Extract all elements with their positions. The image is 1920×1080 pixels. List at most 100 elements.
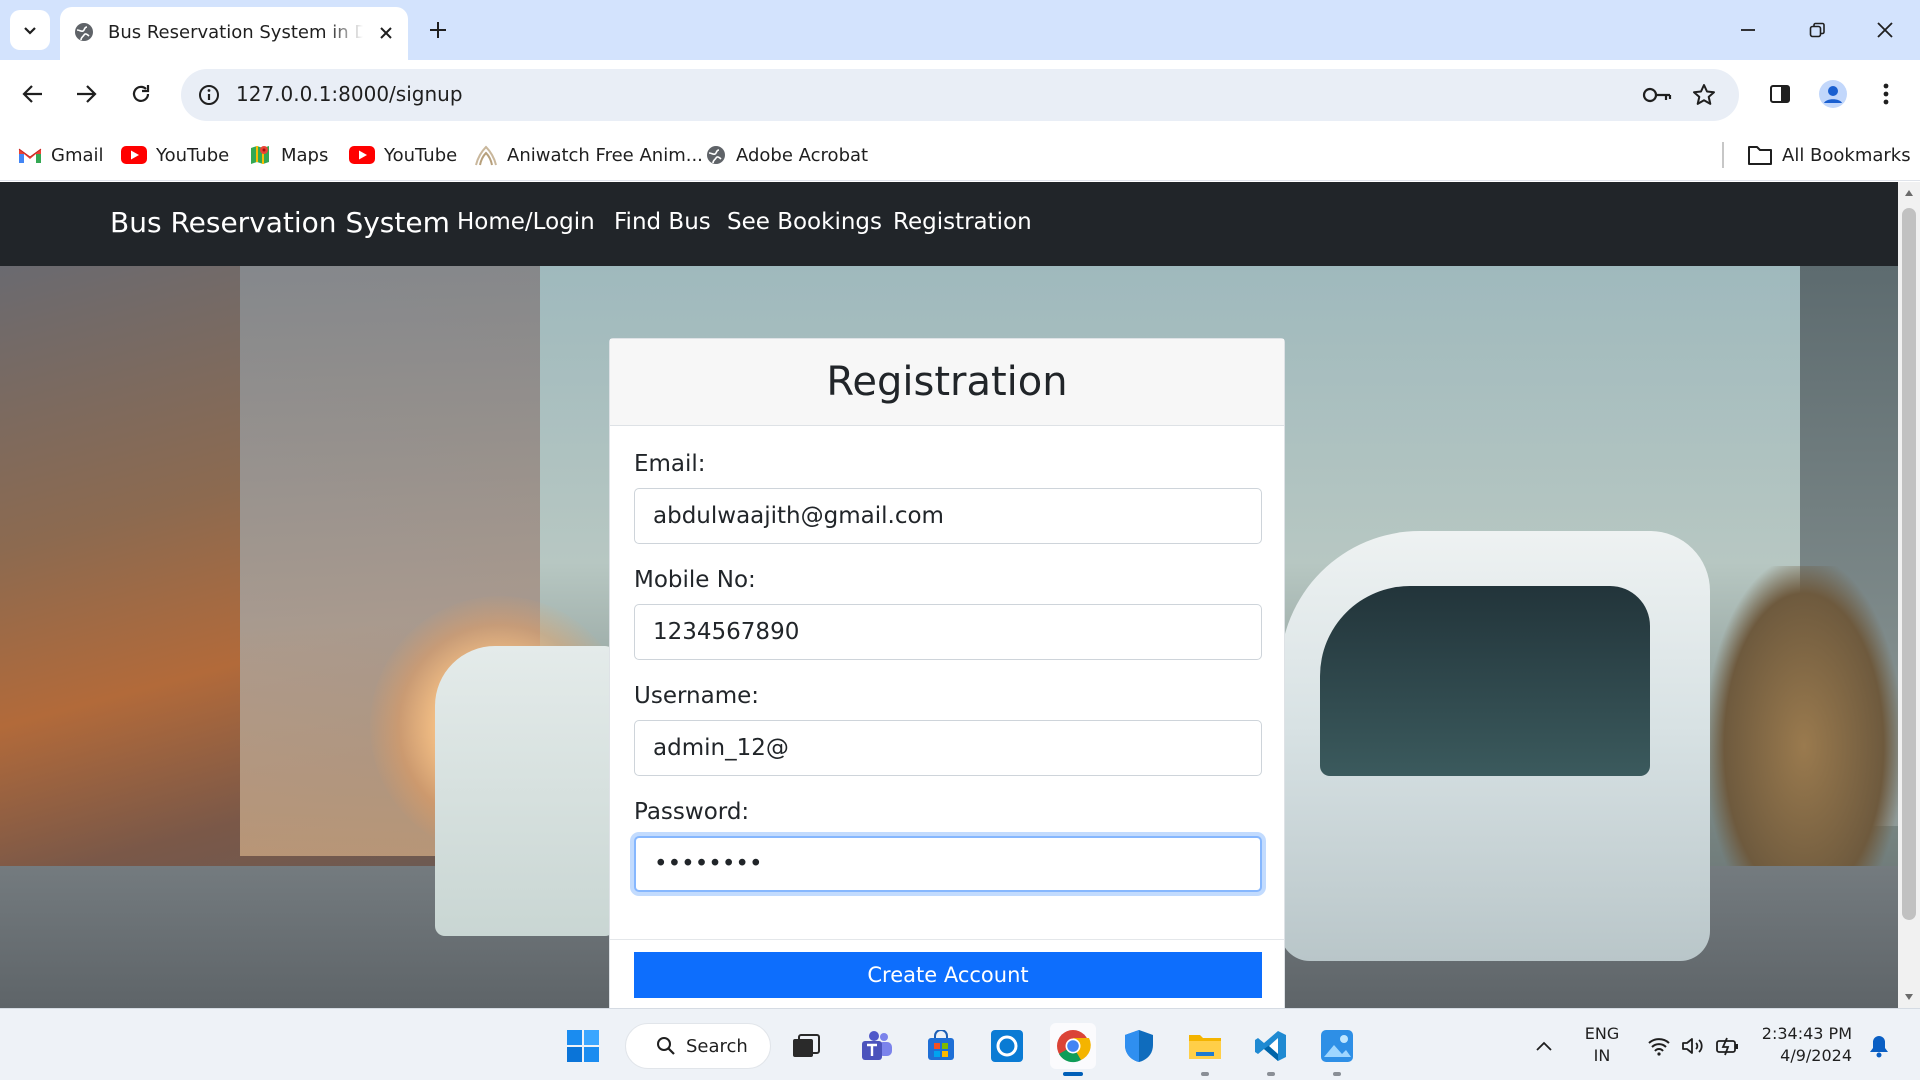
bookmark-label: Maps (281, 144, 329, 166)
bookmark-adobe-acrobat[interactable]: Adobe Acrobat (705, 139, 868, 171)
chrome-button[interactable] (1050, 1023, 1096, 1076)
file-explorer-button[interactable] (1182, 1023, 1228, 1076)
nav-link-see-bookings[interactable]: See Bookings (727, 209, 882, 235)
all-bookmarks-button[interactable]: All Bookmarks (1747, 139, 1911, 171)
store-icon (928, 1030, 954, 1060)
close-window-button[interactable] (1865, 10, 1905, 50)
globe-icon (707, 146, 725, 164)
tab-search-button[interactable] (10, 10, 50, 50)
show-hidden-icons-button[interactable] (1530, 1023, 1558, 1069)
bookmark-label: Adobe Acrobat (736, 144, 869, 166)
new-tab-button[interactable] (424, 16, 452, 44)
start-button[interactable] (560, 1023, 606, 1069)
clock[interactable]: 2:34:43 PM 4/9/2024 (1740, 1023, 1852, 1067)
bookmark-youtube[interactable]: YouTube (121, 139, 229, 171)
tab-strip: Bus Reservation System in Django (0, 0, 1920, 60)
registration-card: Registration Email: Mobile No: Username:… (609, 338, 1285, 1008)
nav-link-registration[interactable]: Registration (893, 209, 1032, 235)
email-field[interactable] (634, 488, 1262, 544)
reload-button[interactable] (121, 74, 161, 114)
folder-icon (1748, 146, 1772, 165)
taskbar-search[interactable]: Search (625, 1023, 771, 1069)
close-icon (1877, 22, 1893, 38)
running-indicator (1063, 1072, 1083, 1076)
bookmarks-divider (1722, 142, 1724, 168)
menu-button[interactable] (1866, 74, 1906, 114)
site-brand[interactable]: Bus Reservation System (110, 206, 450, 239)
side-panel-button[interactable] (1760, 74, 1800, 114)
arrow-right-icon (77, 85, 97, 103)
bookmark-star-button[interactable] (1688, 79, 1720, 111)
password-label: Password: (634, 799, 750, 825)
scroll-up-button[interactable] (1898, 182, 1920, 204)
site-info-button[interactable] (193, 79, 225, 111)
bookmark-youtube[interactable]: YouTube (349, 139, 457, 171)
teams-button[interactable] (854, 1023, 900, 1069)
photos-button[interactable] (1314, 1023, 1360, 1076)
address-bar[interactable] (181, 69, 1739, 121)
active-tab[interactable]: Bus Reservation System in Django (60, 7, 408, 60)
nav-link-home-login[interactable]: Home/Login (457, 209, 595, 235)
bookmarks-bar: Gmail YouTube Maps YouTube Aniwatch Free… (0, 131, 1920, 181)
scroll-down-button[interactable] (1898, 986, 1920, 1008)
all-bookmarks-label: All Bookmarks (1782, 144, 1911, 166)
bookmark-maps[interactable]: Maps (248, 139, 328, 171)
close-tab-button[interactable] (372, 19, 400, 47)
search-label: Search (686, 1035, 748, 1057)
profile-button[interactable] (1813, 74, 1853, 114)
task-view-button[interactable] (783, 1023, 829, 1069)
running-indicator (1333, 1072, 1341, 1076)
forward-button[interactable] (66, 74, 106, 114)
windows-logo-icon (567, 1030, 599, 1062)
password-manager-button[interactable] (1641, 79, 1673, 111)
card-header: Registration (610, 339, 1284, 426)
page-title: Registration (826, 359, 1068, 405)
password-field[interactable] (634, 836, 1262, 892)
username-label: Username: (634, 683, 759, 709)
store-button[interactable] (918, 1023, 964, 1069)
site-navbar: Bus Reservation System Home/Login Find B… (0, 182, 1898, 266)
clock-date: 4/9/2024 (1780, 1046, 1852, 1065)
scroll-thumb[interactable] (1902, 208, 1916, 920)
avatar-icon (1819, 80, 1847, 108)
mobile-label: Mobile No: (634, 567, 756, 593)
volume-icon (1682, 1038, 1703, 1054)
username-field[interactable] (634, 720, 1262, 776)
hero-bus-left (435, 646, 615, 936)
tab-title: Bus Reservation System in Django (108, 22, 363, 43)
more-vertical-icon (1883, 83, 1889, 105)
side-panel-icon (1770, 85, 1790, 103)
photos-icon (1321, 1030, 1353, 1062)
notifications-button[interactable] (1864, 1023, 1894, 1069)
cortana-icon (991, 1030, 1023, 1062)
language-indicator[interactable]: ENG IN (1574, 1023, 1630, 1067)
restore-icon (1809, 22, 1825, 38)
restore-button[interactable] (1797, 10, 1837, 50)
mobile-field[interactable] (634, 604, 1262, 660)
hero-bus-windshield (1320, 586, 1650, 776)
bookmark-label: YouTube (384, 144, 458, 166)
nav-link-find-bus[interactable]: Find Bus (614, 209, 711, 235)
reload-icon (132, 85, 150, 102)
chrome-icon (1057, 1030, 1091, 1063)
url-input[interactable] (236, 82, 1136, 106)
chevron-down-icon (24, 27, 36, 35)
info-icon (199, 85, 219, 105)
browser-toolbar (0, 60, 1920, 131)
bookmark-gmail[interactable]: Gmail (18, 139, 104, 171)
language-code: ENG (1584, 1024, 1620, 1043)
email-label: Email: (634, 451, 706, 477)
hero-trees (1710, 566, 1898, 866)
clock-time: 2:34:43 PM (1761, 1024, 1852, 1043)
cortana-button[interactable] (984, 1023, 1030, 1069)
page-scrollbar[interactable] (1898, 182, 1920, 1008)
defender-button[interactable] (1116, 1023, 1162, 1069)
create-account-button[interactable]: Create Account (634, 952, 1262, 998)
web-page: Bus Reservation System Home/Login Find B… (0, 182, 1898, 1008)
back-button[interactable] (13, 74, 53, 114)
bookmark-aniwatch[interactable]: Aniwatch Free Anim... (474, 139, 703, 171)
vscode-button[interactable] (1248, 1023, 1294, 1076)
battery-charging-icon (1716, 1037, 1738, 1056)
minimize-button[interactable] (1728, 10, 1768, 50)
system-tray-status[interactable] (1644, 1023, 1744, 1069)
